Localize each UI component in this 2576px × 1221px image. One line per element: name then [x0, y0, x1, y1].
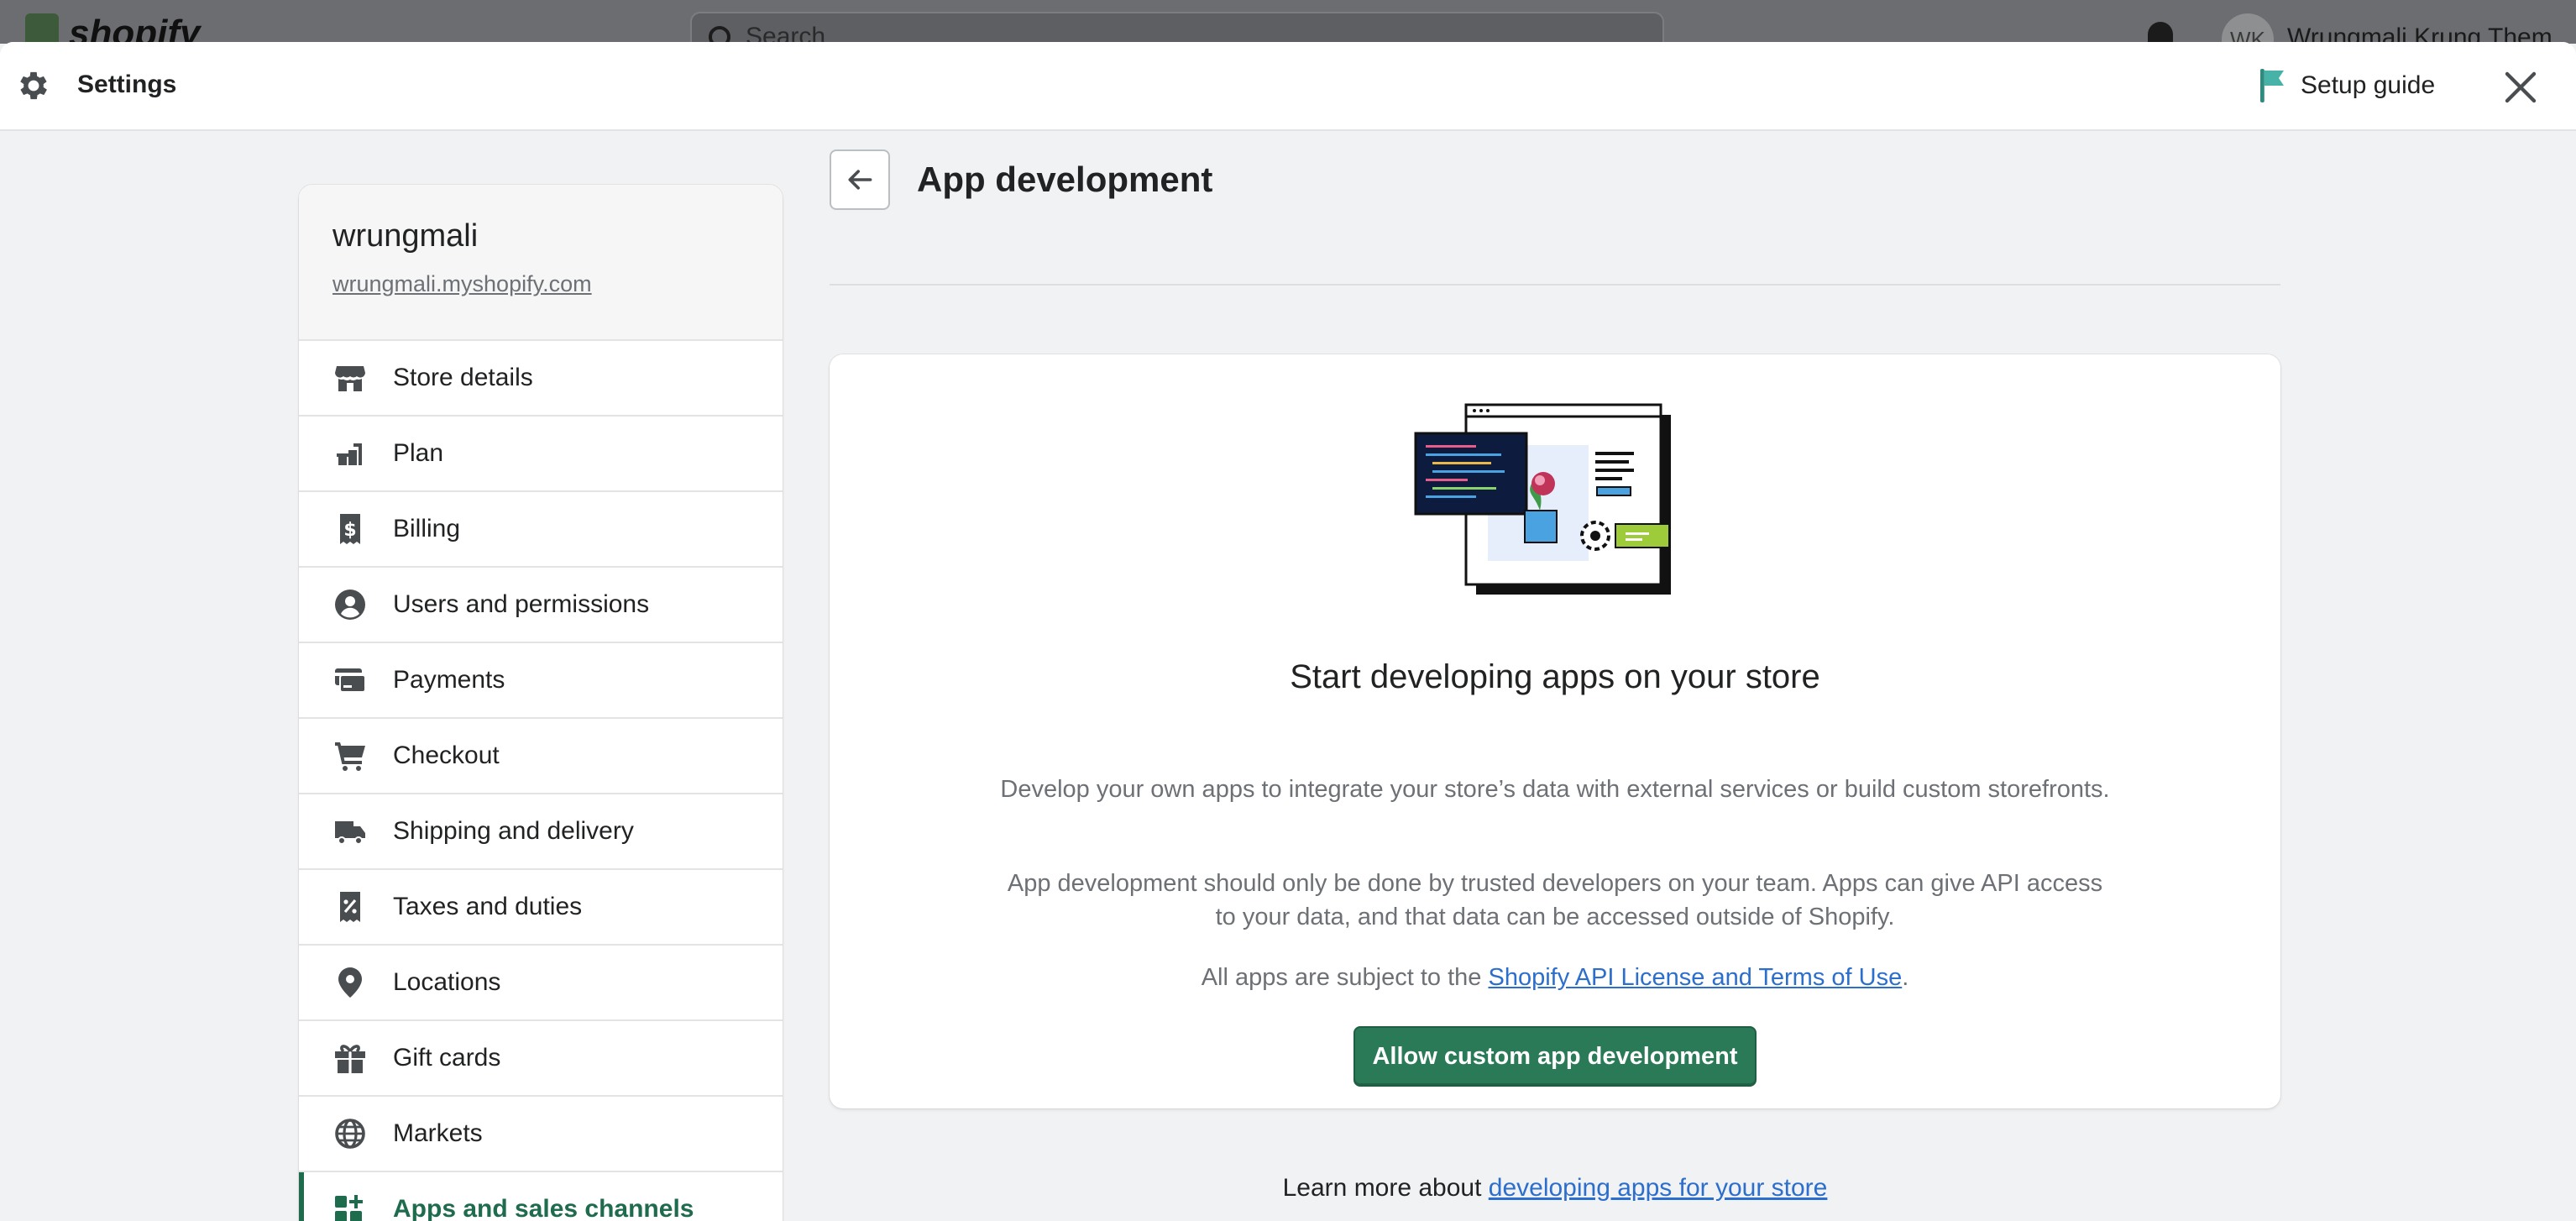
card-heading: Start developing apps on your store: [1290, 658, 1820, 695]
sidebar-item-users-and-permissions[interactable]: Users and permissions: [299, 568, 783, 643]
admin-search-bar[interactable]: Search: [690, 12, 1664, 44]
close-icon[interactable]: [2500, 67, 2541, 107]
sidebar-item-label: Apps and sales channels: [393, 1195, 694, 1221]
gear-icon: [20, 71, 47, 100]
user-icon: [332, 587, 368, 622]
store-icon: [332, 360, 368, 396]
sidebar-item-plan[interactable]: Plan: [299, 417, 783, 492]
app-development-card: Start developing apps on your store Deve…: [830, 354, 2280, 1108]
sidebar-item-label: Plan: [393, 439, 444, 467]
sidebar-item-label: Gift cards: [393, 1044, 501, 1072]
sidebar-item-locations[interactable]: Locations: [299, 946, 783, 1021]
sidebar-item-label: Shipping and delivery: [393, 817, 634, 845]
setup-guide-label: Setup guide: [2301, 71, 2436, 99]
sidebar-item-store-details[interactable]: Store details: [299, 341, 783, 417]
card-description: Develop your own apps to integrate your …: [1000, 776, 2110, 803]
sidebar-item-label: Store details: [393, 364, 533, 391]
user-name[interactable]: Wrungmali Krung Them: [2287, 24, 2552, 44]
billing-icon: $: [332, 511, 368, 547]
sidebar-item-apps-and-sales-channels[interactable]: Apps and sales channels: [299, 1172, 783, 1221]
allow-custom-app-development-button[interactable]: Allow custom app development: [1353, 1026, 1757, 1087]
api-license-link[interactable]: Shopify API License and Terms of Use: [1488, 964, 1902, 991]
learn-more-prefix: Learn more about: [1282, 1174, 1489, 1202]
search-icon: [709, 26, 730, 44]
sidebar-item-shipping-and-delivery[interactable]: Shipping and delivery: [299, 794, 783, 870]
page-title: App development: [917, 160, 1213, 199]
app-development-illustration: [1414, 403, 1671, 595]
sidebar-item-label: Users and permissions: [393, 590, 650, 618]
sidebar-item-checkout[interactable]: Checkout: [299, 719, 783, 794]
store-name: wrungmali: [332, 218, 479, 254]
notification-bell-icon[interactable]: [2148, 22, 2173, 44]
sidebar-item-taxes-and-duties[interactable]: Taxes and duties: [299, 870, 783, 946]
payments-icon: [332, 663, 368, 698]
location-pin-icon: [332, 965, 368, 1000]
apps-icon: [332, 1192, 368, 1221]
sidebar-item-label: Markets: [393, 1119, 483, 1147]
card-warning-text: App development should only be done by t…: [1007, 870, 2103, 930]
sidebar-item-label: Taxes and duties: [393, 893, 583, 920]
cart-icon: [332, 738, 368, 773]
admin-topbar-background: shopify Search WK Wrungmali Krung Them: [0, 0, 2576, 44]
gift-icon: [332, 1040, 368, 1076]
search-placeholder: Search: [746, 23, 826, 44]
sidebar-item-payments[interactable]: Payments: [299, 643, 783, 719]
sidebar-item-markets[interactable]: Markets: [299, 1097, 783, 1172]
shopify-logo: shopify: [25, 13, 200, 44]
settings-title: Settings: [77, 71, 177, 98]
developing-apps-link[interactable]: developing apps for your store: [1489, 1174, 1828, 1202]
plan-icon: [332, 436, 368, 471]
terms-text: All apps are subject to the Shopify API …: [997, 961, 2113, 994]
shopify-bag-icon: [25, 13, 59, 44]
sidebar-item-billing[interactable]: $ Billing: [299, 492, 783, 568]
title-divider: [830, 284, 2280, 286]
store-summary: wrungmali wrungmali.myshopify.com: [299, 185, 783, 341]
shopify-wordmark: shopify: [69, 13, 201, 45]
truck-icon: [332, 814, 368, 849]
settings-sidebar: wrungmali wrungmali.myshopify.com Store …: [299, 185, 783, 1221]
avatar[interactable]: WK: [2222, 13, 2274, 44]
settings-modal: Settings Setup guide wrungmali wrungmali…: [0, 42, 2576, 1221]
sidebar-item-label: Locations: [393, 968, 501, 996]
globe-icon: [332, 1116, 368, 1151]
settings-header: Settings Setup guide: [0, 42, 2576, 131]
back-button[interactable]: [830, 149, 890, 210]
sidebar-item-label: Checkout: [393, 742, 500, 769]
flag-icon: [2260, 69, 2284, 102]
setup-guide-button[interactable]: Setup guide: [2259, 66, 2435, 106]
sidebar-item-label: Billing: [393, 515, 461, 542]
terms-prefix: All apps are subject to the: [1201, 964, 1489, 991]
tax-icon: [332, 889, 368, 925]
terms-suffix: .: [1902, 964, 1909, 991]
sidebar-item-label: Payments: [393, 666, 505, 694]
arrow-left-icon: [848, 170, 872, 190]
sidebar-item-gift-cards[interactable]: Gift cards: [299, 1021, 783, 1097]
store-url-link[interactable]: wrungmali.myshopify.com: [332, 271, 749, 297]
svg-text:$: $: [343, 520, 356, 541]
learn-more-text: Learn more about developing apps for you…: [830, 1174, 2280, 1203]
